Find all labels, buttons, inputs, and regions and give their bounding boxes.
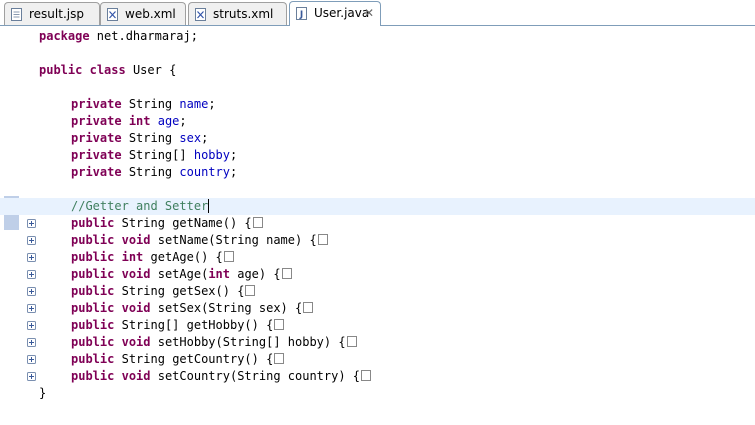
tab-label: web.xml (125, 7, 176, 21)
method-line: public String getCountry() { (0, 351, 755, 368)
code-line: } (39, 386, 47, 400)
expand-fold-icon[interactable] (27, 253, 36, 262)
tab-label: User.java (314, 6, 370, 20)
collapsed-body-icon[interactable] (346, 336, 357, 347)
field-line: private String[] hobby; (71, 148, 238, 162)
method-line: public String getSex() { (0, 283, 755, 300)
text-caret (208, 199, 210, 213)
field-line: private String country; (71, 165, 238, 179)
editor-tab-bar: result.jsp web.xml struts.xml J User.jav… (0, 0, 755, 26)
expand-fold-icon[interactable] (27, 338, 36, 347)
xml-file-icon (195, 8, 206, 21)
method-line: public String[] getHobby() { (0, 317, 755, 334)
collapsed-body-icon[interactable] (317, 234, 328, 245)
collapsed-body-icon[interactable] (245, 285, 256, 296)
collapsed-body-icon[interactable] (281, 268, 292, 279)
collapsed-body-icon[interactable] (303, 302, 314, 313)
field-line: private int age; (71, 114, 187, 128)
tab-struts-xml[interactable]: struts.xml (188, 2, 287, 25)
tab-label: struts.xml (213, 7, 274, 21)
method-line: public int getAge() { (0, 249, 755, 266)
current-line: //Getter and Setter (0, 198, 755, 215)
java-file-icon: J (296, 7, 307, 20)
method-line: public void setName(String name) { (0, 232, 755, 249)
expand-fold-icon[interactable] (27, 304, 36, 313)
method-line: public void setAge(int age) { (0, 266, 755, 283)
collapsed-body-icon[interactable] (361, 370, 372, 381)
expand-fold-icon[interactable] (27, 270, 36, 279)
tab-result-jsp[interactable]: result.jsp (4, 2, 100, 25)
method-line: public void setHobby(String[] hobby) { (0, 334, 755, 351)
method-line: public void setCountry(String country) { (0, 368, 755, 385)
svg-text:J: J (299, 10, 303, 20)
method-line: public String getName() { (0, 215, 755, 232)
close-tab-button[interactable]: ✕ (364, 2, 374, 24)
code-line: public class User { (39, 63, 177, 77)
collapsed-body-icon[interactable] (252, 217, 263, 228)
expand-fold-icon[interactable] (27, 372, 36, 381)
field-line: private String sex; (71, 131, 209, 145)
tab-web-xml[interactable]: web.xml (100, 2, 186, 25)
expand-fold-icon[interactable] (27, 287, 36, 296)
tab-user-java[interactable]: J User.java ✕ (289, 1, 381, 26)
collapsed-body-icon[interactable] (223, 251, 234, 262)
collapsed-body-icon[interactable] (274, 353, 285, 364)
code-editor[interactable]: package net.dharmaraj; public class User… (0, 26, 755, 425)
jsp-file-icon (11, 8, 22, 21)
field-line: private String name; (71, 97, 216, 111)
tab-label: result.jsp (29, 7, 84, 21)
expand-fold-icon[interactable] (27, 219, 36, 228)
code-line: package net.dharmaraj; (39, 29, 198, 43)
xml-file-icon (107, 8, 118, 21)
method-line: public void setSex(String sex) { (0, 300, 755, 317)
expand-fold-icon[interactable] (27, 236, 36, 245)
expand-fold-icon[interactable] (27, 321, 36, 330)
collapsed-body-icon[interactable] (274, 319, 285, 330)
expand-fold-icon[interactable] (27, 355, 36, 364)
